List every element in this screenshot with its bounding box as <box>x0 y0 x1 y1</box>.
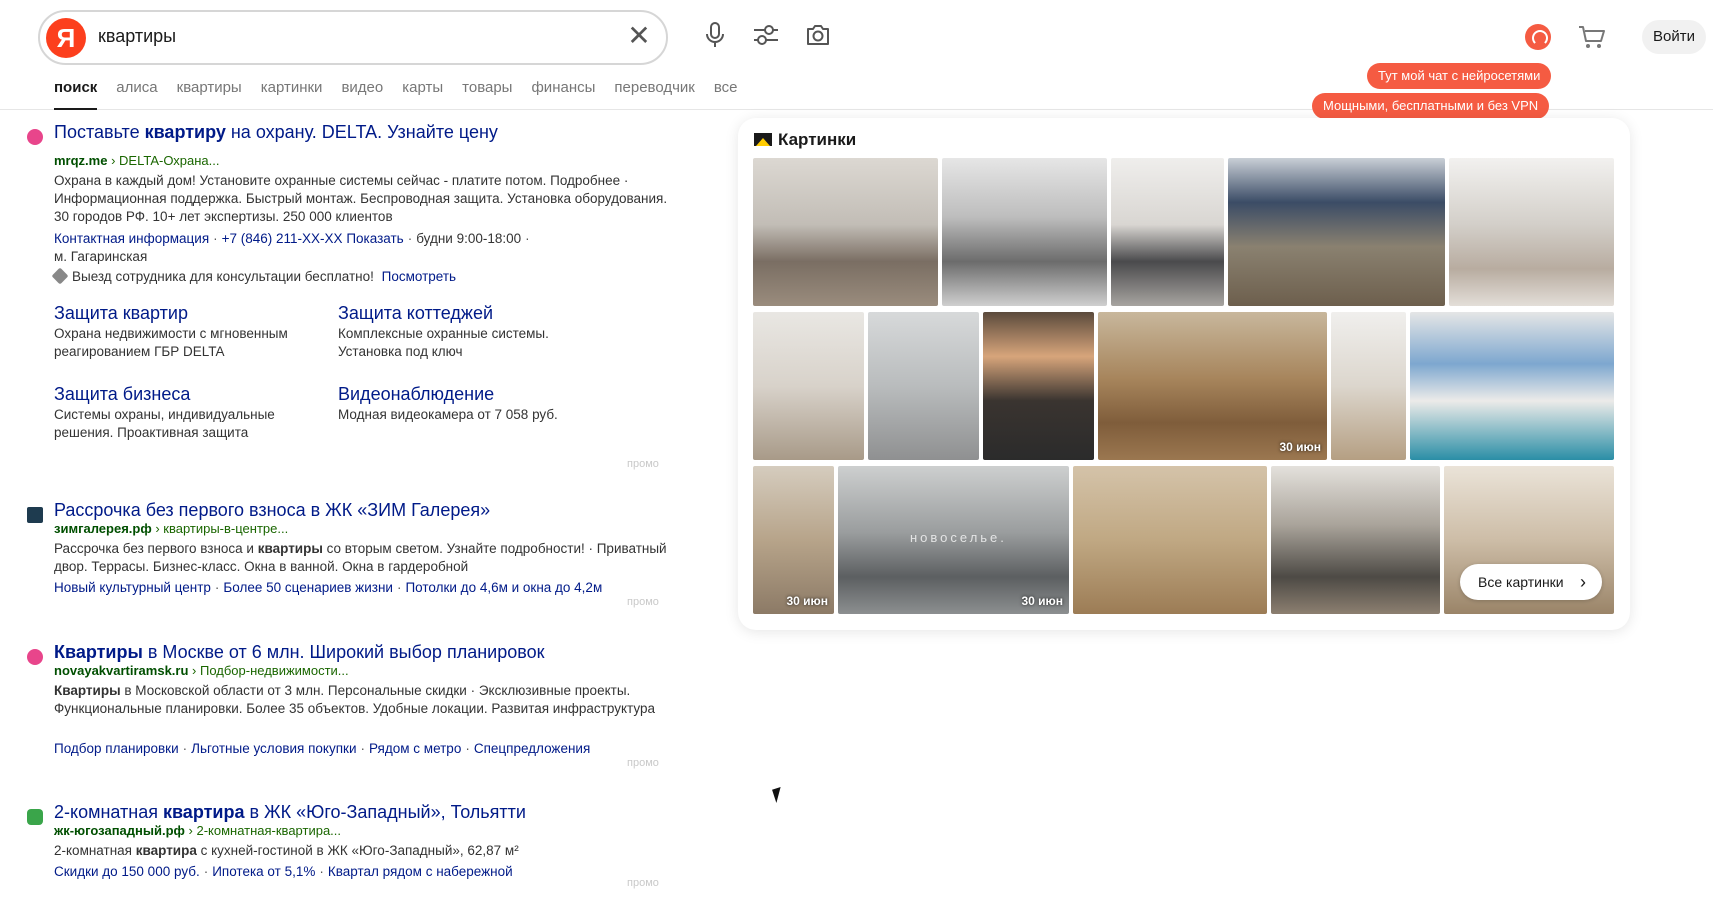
tab-apartments[interactable]: квартиры <box>177 78 242 110</box>
sitelink-title[interactable]: Защита квартир <box>54 301 188 325</box>
image-watermark: новоселье. <box>910 530 1007 545</box>
tab-video[interactable]: видео <box>341 78 383 110</box>
result-title[interactable]: Квартиры в Москве от 6 млн. Широкий выбо… <box>54 640 544 664</box>
image-date: 30 июн <box>1279 440 1321 454</box>
tab-maps[interactable]: карты <box>402 78 443 110</box>
microphone-icon[interactable] <box>702 22 728 48</box>
sitelink-title[interactable]: Защита бизнеса <box>54 382 190 406</box>
image-thumbnail[interactable] <box>1228 158 1445 306</box>
all-images-button[interactable]: Все картинки › <box>1460 564 1602 600</box>
site-favicon <box>27 809 43 825</box>
images-title[interactable]: Картинки <box>754 130 856 150</box>
result-url[interactable]: novayakvartiramsk.ru › Подбор-недвижимос… <box>54 662 349 680</box>
image-thumbnail[interactable]: 30 июн <box>753 466 834 614</box>
image-thumbnail[interactable] <box>942 158 1107 306</box>
tab-images[interactable]: картинки <box>261 78 323 110</box>
image-thumbnail[interactable] <box>868 312 979 460</box>
images-block: Картинки 30 июн 30 июн новоселье. 30 июн… <box>738 118 1630 630</box>
result-url[interactable]: жк-югозападный.рф › 2-комнатная-квартира… <box>54 822 341 840</box>
promo-label: промо <box>627 757 659 769</box>
image-thumbnail[interactable]: 30 июн <box>1098 312 1327 460</box>
result-description: Квартиры в Московской области от 3 млн. … <box>54 683 655 716</box>
result-link[interactable]: Льготные условия покупки <box>191 741 356 756</box>
result-link[interactable]: Квартал рядом с набережной <box>328 864 513 879</box>
result-title[interactable]: 2-комнатная квартира в ЖК «Юго-Западный»… <box>54 800 526 824</box>
result-links: Подбор планировки · Льготные условия покуп… <box>54 741 591 756</box>
site-favicon <box>27 507 43 523</box>
result-title[interactable]: Поставьте квартиру на охрану. DELTA. Узн… <box>54 120 498 144</box>
image-date: 30 июн <box>1021 594 1063 608</box>
image-thumbnail[interactable] <box>983 312 1094 460</box>
image-thumbnail[interactable] <box>753 158 938 306</box>
result-link[interactable]: Спецпредложения <box>474 741 590 756</box>
cart-icon[interactable] <box>1578 24 1606 50</box>
search-input[interactable] <box>98 26 598 47</box>
tab-search[interactable]: поиск <box>54 78 98 110</box>
offer-line: Выезд сотрудника для консультации беспла… <box>51 267 674 286</box>
tab-alice[interactable]: алиса <box>116 78 157 110</box>
working-hours: будни 9:00-18:00 <box>416 231 522 246</box>
image-thumbnail[interactable] <box>1111 158 1224 306</box>
sitelink-description: Модная видеокамера от 7 058 руб. <box>338 407 558 422</box>
sitelink-description: Охрана недвижимости с мгновенным реагиро… <box>54 326 288 359</box>
tab-products[interactable]: товары <box>462 78 512 110</box>
promo-label: промо <box>627 596 659 608</box>
alice-chat-icon[interactable] <box>1525 24 1551 50</box>
promo-label: промо <box>627 458 659 470</box>
sitelink-description: Комплексные охранные системы. Установка … <box>338 326 549 359</box>
result-link[interactable]: Потолки до 4,6м и окна до 4,2м <box>405 580 602 595</box>
image-thumbnail[interactable] <box>1271 466 1440 614</box>
contact-link[interactable]: Контактная информация <box>54 231 209 246</box>
tag-icon <box>51 267 69 285</box>
result-link[interactable]: Скидки до 150 000 руб. <box>54 864 200 879</box>
result-description: Рассрочка без первого взноса и квартиры … <box>54 541 667 574</box>
alice-tooltip-line2[interactable]: Мощными, бесплатными и без VPN <box>1312 93 1550 119</box>
image-thumbnail[interactable] <box>753 312 864 460</box>
result-links: Новый культурный центр · Более 50 сценарие… <box>54 580 603 595</box>
mouse-cursor-icon <box>772 786 785 804</box>
yandex-logo[interactable]: Я <box>46 18 86 58</box>
image-thumbnail[interactable]: новоселье. 30 июн <box>838 466 1069 614</box>
metro-station: м. Гагаринская <box>54 249 148 264</box>
tab-translator[interactable]: переводчик <box>614 78 694 110</box>
result-url[interactable]: зимгалерея.рф › квартиры-в-центре... <box>54 520 288 538</box>
login-button[interactable]: Войти <box>1642 20 1706 54</box>
result-url[interactable]: mrqz.me › DELTA-Охрана... <box>54 152 220 170</box>
result-link[interactable]: Более 50 сценариев жизни <box>223 580 393 595</box>
tab-finance[interactable]: финансы <box>531 78 595 110</box>
sitelink-description: Системы охраны, индивидуальные решения. … <box>54 407 275 440</box>
result-contacts: Контактная информация · +7 (846) 211-XX-XX… <box>54 231 530 246</box>
images-icon <box>754 133 772 146</box>
result-link[interactable]: Подбор планировки <box>54 741 179 756</box>
alice-tooltip-line1[interactable]: Тут мой чат с нейросетями <box>1367 63 1552 89</box>
offer-link[interactable]: Посмотреть <box>382 269 456 284</box>
search-tabs: поиск алиса квартиры картинки видео карт… <box>54 78 757 110</box>
result-description: Охрана в каждый дом! Установите охранные… <box>54 173 668 224</box>
sitelink-title[interactable]: Видеонаблюдение <box>338 382 494 406</box>
result-link[interactable]: Новый культурный центр <box>54 580 211 595</box>
filters-icon[interactable] <box>753 22 779 48</box>
result-title[interactable]: Рассрочка без первого взноса в ЖК «ЗИМ Г… <box>54 498 490 522</box>
phone-link[interactable]: +7 (846) 211-XX-XX Показать <box>222 231 404 246</box>
image-thumbnail[interactable] <box>1410 312 1614 460</box>
promo-label: промо <box>627 877 659 889</box>
result-links: Скидки до 150 000 руб. · Ипотека от 5,1% · К… <box>54 864 513 879</box>
image-thumbnail[interactable] <box>1449 158 1614 306</box>
search-box[interactable]: Я ✕ <box>38 10 668 65</box>
image-thumbnail[interactable] <box>1073 466 1267 614</box>
site-favicon <box>27 129 43 145</box>
chevron-right-icon: › <box>1580 572 1586 592</box>
result-description: 2-комнатная квартира с кухней-гостиной в… <box>54 843 519 858</box>
image-date: 30 июн <box>786 594 828 608</box>
result-link[interactable]: Ипотека от 5,1% <box>212 864 315 879</box>
site-favicon <box>27 649 43 665</box>
sitelink-title[interactable]: Защита коттеджей <box>338 301 493 325</box>
tab-all[interactable]: все <box>714 78 738 110</box>
camera-search-icon[interactable] <box>805 22 831 48</box>
clear-icon[interactable]: ✕ <box>624 22 654 52</box>
result-link[interactable]: Рядом с метро <box>369 741 461 756</box>
image-thumbnail[interactable] <box>1331 312 1406 460</box>
